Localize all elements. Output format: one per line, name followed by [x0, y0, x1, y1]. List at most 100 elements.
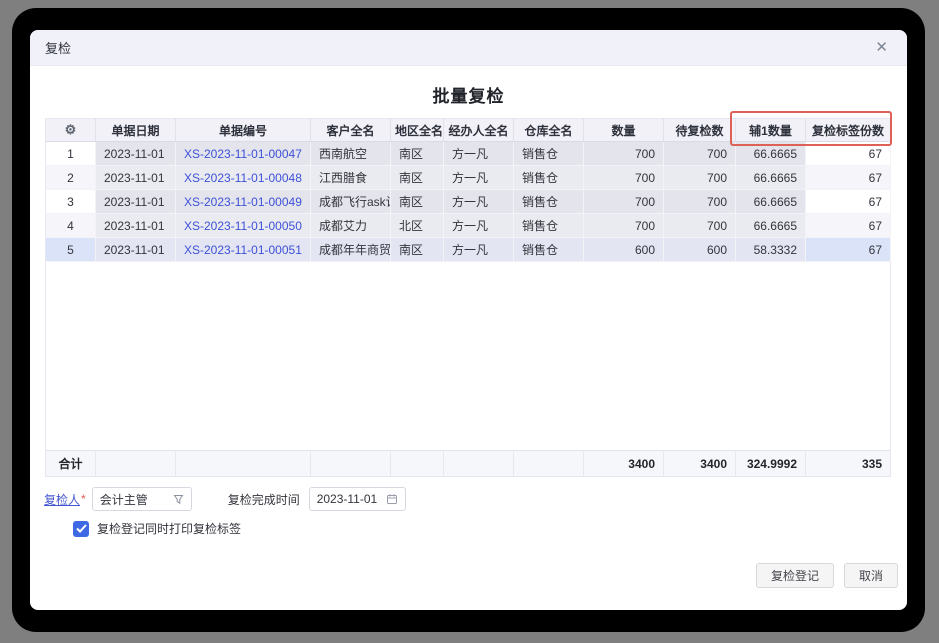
column-header-customer: 客户全名 — [311, 119, 391, 142]
cell-qty: 700 — [584, 166, 664, 190]
column-header-date: 单据日期 — [96, 119, 176, 142]
recheck-table: ⚙ 单据日期 单据编号 客户全名 地区全名 经办人全名 仓库全名 数量 待复检数… — [45, 118, 890, 477]
table-header-row: ⚙ 单据日期 单据编号 客户全名 地区全名 经办人全名 仓库全名 数量 待复检数… — [46, 119, 891, 142]
cell-aux-qty: 66.6665 — [736, 190, 806, 214]
cell-doc-link[interactable]: XS-2023-11-01-00047 — [176, 142, 311, 166]
cell-pending: 700 — [664, 190, 736, 214]
print-label-checkbox-label: 复检登记同时打印复检标签 — [97, 520, 241, 537]
completion-time-value: 2023-11-01 — [317, 492, 378, 506]
cell-aux-qty: 66.6665 — [736, 214, 806, 238]
column-header-label-count: 复检标签份数 — [806, 119, 891, 142]
table-empty-area — [46, 262, 891, 451]
cell-aux-qty: 58.3332 — [736, 238, 806, 262]
cell-doc-link[interactable]: XS-2023-11-01-00051 — [176, 238, 311, 262]
cell-date: 2023-11-01 — [96, 238, 176, 262]
row-number[interactable]: 3 — [46, 190, 96, 214]
check-icon — [76, 524, 87, 533]
cell-handler: 方一凡 — [444, 166, 514, 190]
cell-pending: 700 — [664, 142, 736, 166]
cell-qty: 700 — [584, 142, 664, 166]
cell-qty: 700 — [584, 214, 664, 238]
column-header-aux-qty: 辅1数量 — [736, 119, 806, 142]
inspector-value: 会计主管 — [100, 491, 148, 508]
column-header-pending: 待复检数 — [664, 119, 736, 142]
table-row-selected: 5 2023-11-01 XS-2023-11-01-00051 成都年年商贸经… — [46, 238, 891, 262]
cell-customer: 西南航空 — [311, 142, 391, 166]
cell-warehouse: 销售仓 — [514, 166, 584, 190]
cell-region: 北区 — [391, 214, 444, 238]
calendar-icon[interactable] — [386, 493, 398, 505]
gear-icon: ⚙ — [65, 122, 77, 137]
cell-handler: 方一凡 — [444, 142, 514, 166]
cell-doc-link[interactable]: XS-2023-11-01-00048 — [176, 166, 311, 190]
cell-aux-qty: 66.6665 — [736, 166, 806, 190]
cell-doc-link[interactable]: XS-2023-11-01-00049 — [176, 190, 311, 214]
cell-customer: 成都艾力 — [311, 214, 391, 238]
row-number[interactable]: 1 — [46, 142, 96, 166]
cell-label-count-input[interactable]: 67 — [806, 142, 891, 166]
cell-warehouse: 销售仓 — [514, 190, 584, 214]
print-label-option-row: 复检登记同时打印复检标签 — [73, 520, 241, 537]
dialog-footer: 复检登记 取消 — [756, 563, 898, 588]
total-label-count: 335 — [806, 451, 891, 477]
column-header-handler: 经办人全名 — [444, 119, 514, 142]
cell-label-count-input[interactable]: 67 — [806, 214, 891, 238]
cell-handler: 方一凡 — [444, 190, 514, 214]
cell-region: 南区 — [391, 142, 444, 166]
print-label-checkbox[interactable] — [73, 521, 89, 537]
total-aux-qty: 324.9992 — [736, 451, 806, 477]
cell-date: 2023-11-01 — [96, 214, 176, 238]
table-total-row: 合计 3400 3400 324.9992 335 — [46, 451, 891, 477]
dialog-titlebar: 复检 ✕ — [30, 30, 907, 66]
recheck-form-row: 复检人 * 会计主管 复检完成时间 2023-11-01 — [44, 487, 406, 511]
cell-region: 南区 — [391, 190, 444, 214]
cell-label-count-input[interactable]: 67 — [806, 190, 891, 214]
cell-warehouse: 销售仓 — [514, 214, 584, 238]
inspector-link-label[interactable]: 复检人 — [44, 491, 80, 508]
cell-pending: 700 — [664, 214, 736, 238]
cell-handler: 方一凡 — [444, 214, 514, 238]
column-header-doc-no: 单据编号 — [176, 119, 311, 142]
row-number[interactable]: 2 — [46, 166, 96, 190]
column-header-qty: 数量 — [584, 119, 664, 142]
completion-time-input[interactable]: 2023-11-01 — [309, 487, 406, 511]
column-header-warehouse: 仓库全名 — [514, 119, 584, 142]
inspector-input[interactable]: 会计主管 — [92, 487, 192, 511]
column-settings-button[interactable]: ⚙ — [46, 119, 96, 142]
total-pending: 3400 — [664, 451, 736, 477]
cell-date: 2023-11-01 — [96, 190, 176, 214]
dialog-title: 复检 — [45, 38, 71, 57]
cell-handler: 方一凡 — [444, 238, 514, 262]
close-icon: ✕ — [875, 39, 888, 56]
total-qty: 3400 — [584, 451, 664, 477]
total-label: 合计 — [46, 451, 96, 477]
cell-customer: 江西腊食 — [311, 166, 391, 190]
required-mark: * — [81, 492, 86, 506]
cell-date: 2023-11-01 — [96, 166, 176, 190]
row-number[interactable]: 4 — [46, 214, 96, 238]
batch-recheck-heading: 批量复检 — [30, 82, 907, 107]
row-number[interactable]: 5 — [46, 238, 96, 262]
cell-customer: 成都飞行ask计划 — [311, 190, 391, 214]
cancel-button[interactable]: 取消 — [844, 563, 898, 588]
cell-label-count-input[interactable]: 67 — [806, 238, 891, 262]
cell-aux-qty: 66.6665 — [736, 142, 806, 166]
filter-funnel-icon[interactable] — [173, 494, 184, 505]
recheck-dialog: 复检 ✕ 批量复检 ⚙ 单据日期 单据编号 客户全名 地区全名 经办人全名 仓库… — [30, 30, 907, 610]
cell-warehouse: 销售仓 — [514, 142, 584, 166]
cell-pending: 700 — [664, 166, 736, 190]
table-row: 4 2023-11-01 XS-2023-11-01-00050 成都艾力 北区… — [46, 214, 891, 238]
cell-qty: 600 — [584, 238, 664, 262]
cell-date: 2023-11-01 — [96, 142, 176, 166]
completion-time-label: 复检完成时间 — [228, 491, 300, 508]
cell-pending: 600 — [664, 238, 736, 262]
cell-customer: 成都年年商贸经营部 — [311, 238, 391, 262]
table-row: 1 2023-11-01 XS-2023-11-01-00047 西南航空 南区… — [46, 142, 891, 166]
cell-warehouse: 销售仓 — [514, 238, 584, 262]
cell-doc-link[interactable]: XS-2023-11-01-00050 — [176, 214, 311, 238]
recheck-register-button[interactable]: 复检登记 — [756, 563, 834, 588]
cell-region: 南区 — [391, 166, 444, 190]
cell-label-count-input[interactable]: 67 — [806, 166, 891, 190]
cell-qty: 700 — [584, 190, 664, 214]
close-button[interactable]: ✕ — [871, 38, 892, 57]
